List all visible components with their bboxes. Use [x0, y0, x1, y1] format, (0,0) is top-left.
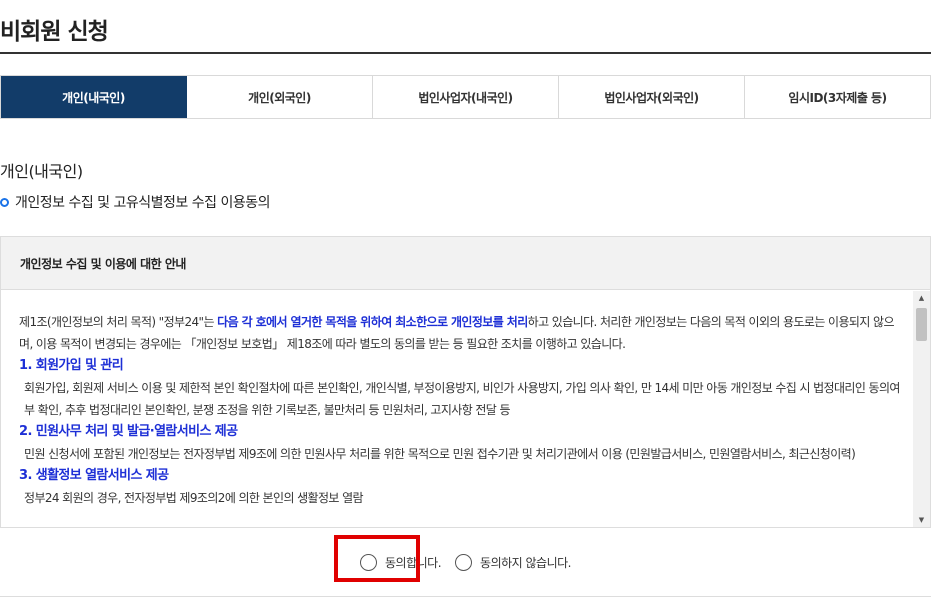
scroll-up-icon[interactable]: ▲ [913, 291, 930, 305]
guide-intro: 제1조(개인정보의 처리 목적) "정부24"는 다음 각 호에서 열거한 목적… [19, 315, 894, 351]
guide-item-text: 민원 신청서에 포함된 개인정보는 전자정부법 제9조에 의한 민원사무 처리를… [24, 447, 856, 461]
consent-heading-text: 개인정보 수집 및 고유식별정보 수집 이용동의 [15, 195, 270, 211]
guide-item-heading: 3. 생활정보 열람서비스 제공 [19, 468, 169, 483]
guide-item-text: 회원가입, 회원제 서비스 이용 및 제한적 본인 확인절차에 따른 본인확인,… [24, 381, 900, 417]
agree-radio-label: 동의합니다. [385, 555, 442, 570]
privacy-guide-header: 개인정보 수집 및 이용에 대한 안내 [1, 237, 930, 290]
guide-item-text: 정부24 회원의 경우, 전자정부법 제9조의2에 의한 본인의 생활정보 열람 [24, 491, 364, 505]
guide-scrollbar[interactable]: ▲ ▼ [913, 291, 930, 527]
disagree-radio-label: 동의하지 않습니다. [480, 555, 571, 570]
title-divider [0, 52, 931, 54]
tab-temporary-id[interactable]: 임시ID(3자제출 등) [745, 76, 931, 118]
guide-item-heading: 2. 민원사무 처리 및 발급·열람서비스 제공 [19, 424, 238, 439]
tab-corporate-foreign[interactable]: 법인사업자(외국인) [559, 76, 745, 118]
consent-radio-group: 동의합니다. 동의하지 않습니다. [0, 528, 931, 597]
disagree-radio[interactable] [455, 553, 473, 571]
guide-intro-highlight: 다음 각 호에서 열거한 목적을 위하여 최소한으로 개인정보를 처리 [217, 315, 528, 329]
agree-radio-option[interactable]: 동의합니다. [360, 553, 442, 571]
tab-individual-foreign[interactable]: 개인(외국인) [187, 76, 373, 118]
section-title: 개인(내국인) [0, 162, 83, 181]
tab-corporate-domestic[interactable]: 법인사업자(내국인) [373, 76, 559, 118]
tab-individual-domestic[interactable]: 개인(내국인) [1, 76, 187, 118]
scroll-thumb[interactable] [916, 308, 927, 341]
guide-item-heading: 1. 회원가입 및 관리 [19, 358, 124, 373]
privacy-guide-body[interactable]: 제1조(개인정보의 처리 목적) "정부24"는 다음 각 호에서 열거한 목적… [1, 291, 914, 527]
applicant-type-tabs: 개인(내국인) 개인(외국인) 법인사업자(내국인) 법인사업자(외국인) 임시… [0, 75, 931, 119]
consent-heading: 개인정보 수집 및 고유식별정보 수집 이용동의 [0, 192, 270, 212]
page-title: 비회원 신청 [0, 19, 109, 45]
agree-radio[interactable] [360, 553, 378, 571]
scroll-down-icon[interactable]: ▼ [913, 513, 930, 527]
disagree-radio-option[interactable]: 동의하지 않습니다. [455, 553, 571, 571]
circle-bullet-icon [0, 197, 9, 207]
privacy-guide-box: 개인정보 수집 및 이용에 대한 안내 제1조(개인정보의 처리 목적) "정부… [0, 236, 931, 528]
